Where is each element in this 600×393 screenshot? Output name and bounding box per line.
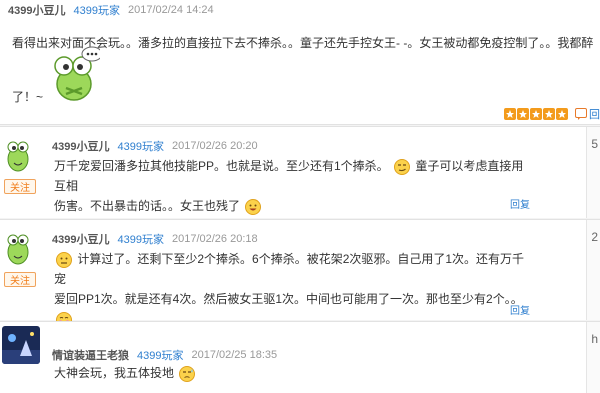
thinking-emoji-icon [56, 251, 72, 268]
username[interactable]: 4399小豆儿 [52, 138, 109, 154]
star-icon[interactable] [530, 108, 542, 120]
frog-sticker-icon [54, 46, 100, 101]
reply-item: 关注 4399小豆儿 4399玩家 2017/02/26 20:18 计算过了。… [0, 219, 600, 328]
reply-text-part: 伤害。不出暴击的话。。女王也残了 [54, 199, 241, 213]
reply-header: 情谊装逼王老狼 4399玩家 2017/02/25 18:35 [52, 347, 277, 363]
reply-text: 万千宠爱回潘多拉其他技能PP。也就是说。至少还有1个捧杀。 童子可以考虑直接用互… [54, 156, 534, 216]
reply-text-part: 爱回PP1次。就是还有4次。然后被女王驱1次。中间也可能用了一次。那也至少有2个… [54, 292, 523, 306]
side-panel[interactable]: 5 [586, 127, 600, 218]
reply-text: 大神会玩，我五体投地 [54, 363, 534, 383]
reply-date: 2017/02/25 18:35 [191, 349, 278, 361]
user-role[interactable]: 4399玩家 [73, 2, 119, 18]
reply-item: 关注 4399小豆儿 4399玩家 2017/02/26 20:20 万千宠爱回… [0, 126, 600, 218]
avatar[interactable] [4, 131, 40, 175]
avatar[interactable] [4, 224, 40, 268]
reply-icon[interactable] [575, 108, 587, 120]
reply-text-part: 计算过了。还剩下至少2个捧杀。6个捧杀。被花架2次驱邪。自己用了1次。还有万千宠 [54, 252, 525, 286]
star-icon[interactable] [543, 108, 555, 120]
top-post: 4399小豆儿 4399玩家 2017/02/24 14:24 看得出来对面不会… [0, 0, 600, 125]
avatar[interactable] [2, 326, 40, 364]
follow-button[interactable]: 关注 [4, 272, 36, 287]
follow-button[interactable]: 关注 [4, 179, 36, 194]
reply-text-part: 大神会玩，我五体投地 [54, 366, 175, 380]
star-icon[interactable] [517, 108, 529, 120]
username[interactable]: 情谊装逼王老狼 [52, 347, 129, 363]
star-icon[interactable] [504, 108, 516, 120]
reply-button[interactable]: 回复 [510, 302, 530, 317]
reply-header: 4399小豆儿 4399玩家 2017/02/26 20:20 [52, 138, 258, 154]
username[interactable]: 4399小豆儿 [52, 231, 109, 247]
side-glyph: h [591, 332, 598, 346]
smirk-emoji-icon [394, 158, 411, 175]
username[interactable]: 4399小豆儿 [8, 2, 65, 18]
reply-date: 2017/02/26 20:20 [171, 140, 258, 152]
post-actions: 回 [504, 106, 600, 122]
reply-link[interactable]: 回 [589, 106, 600, 122]
laugh-emoji-icon [245, 198, 262, 215]
sweat-emoji-icon [179, 365, 196, 382]
user-role[interactable]: 4399玩家 [137, 347, 183, 363]
reply-date: 2017/02/26 20:18 [171, 233, 258, 245]
reply-text: 计算过了。还剩下至少2个捧杀。6个捧杀。被花架2次驱邪。自己用了1次。还有万千宠… [54, 249, 534, 329]
top-post-header: 4399小豆儿 4399玩家 2017/02/24 14:24 [8, 3, 214, 17]
reply-item: 情谊装逼王老狼 4399玩家 2017/02/25 18:35 大神会玩，我五体… [0, 321, 600, 393]
star-icon[interactable] [556, 108, 568, 120]
post-text-continued: 了！~ [12, 90, 44, 104]
reply-button[interactable]: 回复 [510, 196, 530, 211]
reply-header: 4399小豆儿 4399玩家 2017/02/26 20:18 [52, 231, 258, 247]
side-glyph: 2 [591, 230, 598, 244]
side-panel[interactable]: h [586, 322, 600, 393]
side-glyph: 5 [591, 137, 598, 151]
reply-text-part: 万千宠爱回潘多拉其他技能PP。也就是说。至少还有1个捧杀。 [54, 159, 389, 173]
user-role[interactable]: 4399玩家 [117, 138, 163, 154]
user-role[interactable]: 4399玩家 [117, 231, 163, 247]
side-panel[interactable]: 2 [586, 220, 600, 320]
post-date: 2017/02/24 14:24 [127, 4, 214, 16]
